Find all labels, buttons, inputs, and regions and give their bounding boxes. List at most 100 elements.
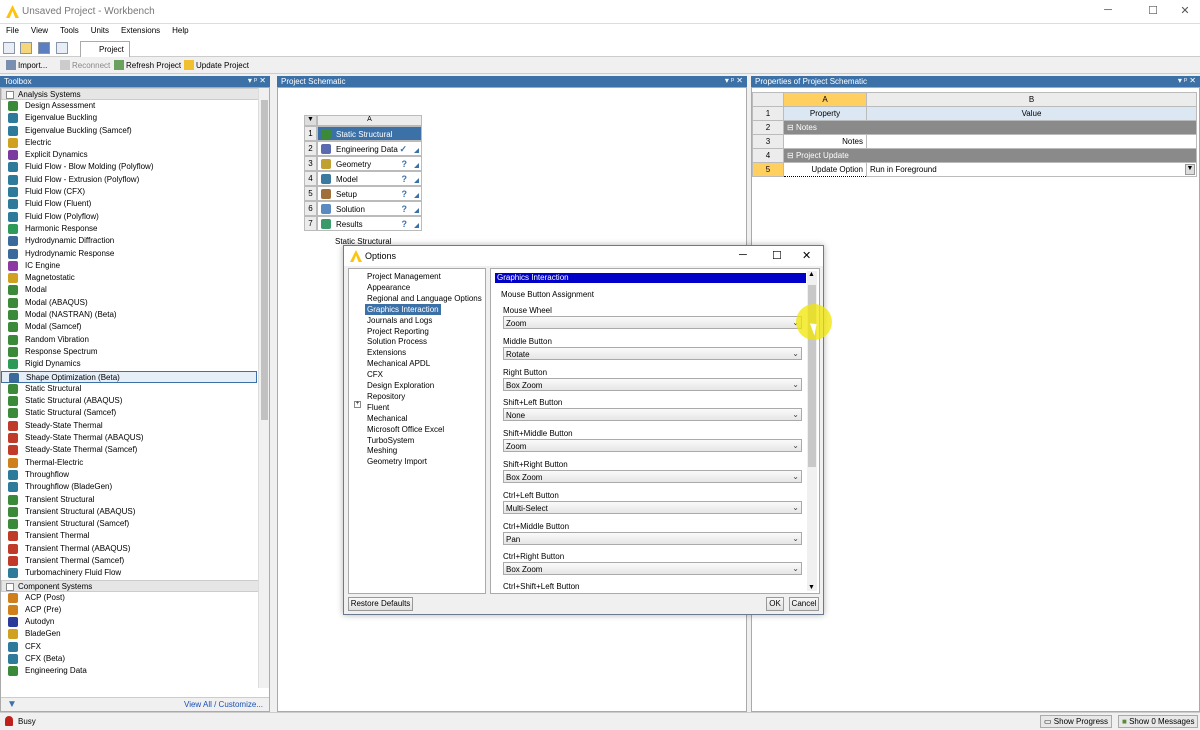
- tree-item[interactable]: Microsoft Office Excel: [365, 424, 446, 435]
- toolbox-item[interactable]: Hydrodynamic Response: [1, 248, 269, 260]
- system-cell[interactable]: 6 Solution?: [304, 201, 422, 216]
- toolbox-item[interactable]: Fluid Flow (Fluent): [1, 198, 269, 210]
- toolbox-item[interactable]: Harmonic Response: [1, 223, 269, 235]
- toolbox-item[interactable]: Rigid Dynamics: [1, 358, 269, 370]
- tree-item[interactable]: Regional and Language Options: [365, 293, 484, 304]
- toolbox-item[interactable]: Autodyn: [1, 616, 269, 628]
- toolbox-item[interactable]: Fluid Flow (Polyflow): [1, 211, 269, 223]
- toolbox-item[interactable]: Modal: [1, 284, 269, 296]
- component-systems-group[interactable]: Component Systems: [1, 579, 269, 592]
- show-progress-button[interactable]: ▭ Show Progress: [1040, 715, 1113, 728]
- toolbox-item[interactable]: IC Engine: [1, 260, 269, 272]
- toolbox-item[interactable]: Transient Structural (Samcef): [1, 518, 269, 530]
- toolbox-item[interactable]: Steady-State Thermal (ABAQUS): [1, 432, 269, 444]
- system-cell[interactable]: 7 Results?: [304, 216, 422, 231]
- dialog-minimize-button[interactable]: ─: [739, 249, 747, 261]
- close-button[interactable]: ✕: [1170, 4, 1200, 17]
- toolbox-item[interactable]: Hydrodynamic Diffraction: [1, 235, 269, 247]
- toolbox-item[interactable]: Shape Optimization (Beta): [1, 370, 257, 383]
- system-cell[interactable]: 4 Model?: [304, 171, 422, 186]
- toolbox-item[interactable]: ACP (Pre): [1, 604, 269, 616]
- scroll-up-icon[interactable]: ▲: [808, 271, 815, 278]
- toolbox-item[interactable]: Response Spectrum: [1, 346, 269, 358]
- toolbox-item[interactable]: Modal (ABAQUS): [1, 297, 269, 309]
- dropdown-arrow-icon[interactable]: ▼: [1185, 164, 1195, 175]
- expand-icon[interactable]: +: [354, 401, 361, 408]
- project-update-group[interactable]: ⊟ Project Update: [783, 148, 1197, 163]
- toolbox-item[interactable]: ACP (Post): [1, 592, 269, 604]
- system-menu-icon[interactable]: ▼: [304, 115, 317, 126]
- dialog-maximize-button[interactable]: ☐: [772, 249, 782, 262]
- tree-item[interactable]: Mechanical: [365, 413, 409, 424]
- toolbox-item[interactable]: Design Assessment: [1, 100, 269, 112]
- toolbox-item[interactable]: Fluid Flow - Extrusion (Polyflow): [1, 174, 269, 186]
- tree-item[interactable]: Project Reporting: [365, 326, 431, 337]
- toolbox-item[interactable]: Thermal-Electric: [1, 457, 269, 469]
- toolbox-item[interactable]: Transient Thermal (Samcef): [1, 555, 269, 567]
- toolbox-item[interactable]: Transient Structural: [1, 494, 269, 506]
- view-all-link[interactable]: View All / Customize...: [184, 700, 263, 709]
- restore-defaults-button[interactable]: Restore Defaults: [348, 597, 413, 611]
- menu-view[interactable]: View: [25, 24, 54, 37]
- tree-item[interactable]: Fluent: [365, 402, 391, 413]
- ok-button[interactable]: OK: [766, 597, 784, 611]
- tree-item[interactable]: Extensions: [365, 347, 408, 358]
- menu-help[interactable]: Help: [166, 24, 194, 37]
- toolbox-scroll-thumb[interactable]: [261, 100, 268, 420]
- menu-units[interactable]: Units: [85, 24, 115, 37]
- toolbox-item[interactable]: Static Structural: [1, 383, 269, 395]
- toolbox-item[interactable]: Static Structural (Samcef): [1, 407, 269, 419]
- tree-item[interactable]: Solution Process: [365, 336, 429, 347]
- save-as-icon[interactable]: [56, 42, 68, 54]
- system-cell[interactable]: 1 Static Structural: [304, 126, 422, 141]
- dialog-close-button[interactable]: ✕: [802, 249, 811, 262]
- toolbox-item[interactable]: Transient Thermal: [1, 530, 269, 542]
- schematic-controls[interactable]: ▾ ᵖ ✕: [725, 76, 743, 85]
- menu-file[interactable]: File: [0, 24, 25, 37]
- import-button[interactable]: Import...: [6, 60, 47, 70]
- tab-project[interactable]: Project: [80, 41, 130, 57]
- field-select[interactable]: Multi-Select ⌄: [503, 500, 802, 514]
- toolbox-controls[interactable]: ▾ ᵖ ✕: [248, 76, 266, 85]
- field-select[interactable]: Zoom⌄: [503, 316, 802, 329]
- tree-item[interactable]: Graphics Interaction: [365, 303, 441, 315]
- new-icon[interactable]: [3, 42, 15, 54]
- notes-group[interactable]: ⊟ Notes: [783, 120, 1197, 135]
- scroll-down-icon[interactable]: ▼: [808, 584, 815, 591]
- tree-item[interactable]: Mechanical APDL: [365, 358, 432, 369]
- minimize-button[interactable]: ─: [1093, 4, 1123, 16]
- system-cell[interactable]: 2 Engineering Data ✓: [304, 141, 422, 156]
- analysis-systems-group[interactable]: Analysis Systems: [1, 88, 269, 100]
- menu-tools[interactable]: Tools: [54, 24, 85, 37]
- toolbox-item[interactable]: Modal (Samcef): [1, 321, 269, 333]
- toolbox-scrollbar[interactable]: [258, 88, 269, 688]
- toolbox-item[interactable]: BladeGen: [1, 628, 269, 640]
- field-select[interactable]: Box Zoom ⌄: [503, 562, 802, 576]
- update-option-value[interactable]: Run in Foreground ▼: [866, 162, 1197, 177]
- field-select[interactable]: Zoom⌄: [503, 439, 802, 453]
- show-messages-button[interactable]: ■ Show 0 Messages: [1118, 715, 1199, 728]
- update-project-button[interactable]: Update Project: [184, 60, 249, 70]
- toolbox-item[interactable]: Eigenvalue Buckling: [1, 112, 269, 124]
- save-icon[interactable]: [38, 42, 50, 54]
- reconnect-button[interactable]: Reconnect: [60, 60, 110, 70]
- toolbox-item[interactable]: CFX: [1, 641, 269, 653]
- tree-item[interactable]: Geometry Import: [365, 456, 429, 467]
- toolbox-item[interactable]: Electric: [1, 137, 269, 149]
- tree-item[interactable]: Design Exploration: [365, 380, 436, 391]
- system-cell[interactable]: 3 Geometry?: [304, 156, 422, 171]
- toolbox-item[interactable]: Static Structural (ABAQUS): [1, 395, 269, 407]
- tree-item[interactable]: Meshing: [365, 445, 399, 456]
- static-structural-system[interactable]: ▼ A 1 Static Structural 2 Engineering Data ✓…: [304, 115, 422, 235]
- refresh-project-button[interactable]: Refresh Project: [114, 60, 181, 70]
- toolbox-item[interactable]: Throughflow: [1, 469, 269, 481]
- toolbox-item[interactable]: Turbomachinery Fluid Flow: [1, 567, 269, 579]
- field-select[interactable]: None ⌄: [503, 408, 802, 422]
- open-icon[interactable]: [20, 42, 32, 54]
- field-select[interactable]: Box Zoom ⌄: [503, 470, 802, 483]
- tree-item[interactable]: CFX: [365, 369, 385, 380]
- toolbox-item[interactable]: Transient Thermal (ABAQUS): [1, 543, 269, 555]
- toolbox-item[interactable]: Steady-State Thermal (Samcef): [1, 444, 269, 456]
- toolbox-item[interactable]: Modal (NASTRAN) (Beta): [1, 309, 269, 321]
- toolbox-item[interactable]: Magnetostatic: [1, 272, 269, 284]
